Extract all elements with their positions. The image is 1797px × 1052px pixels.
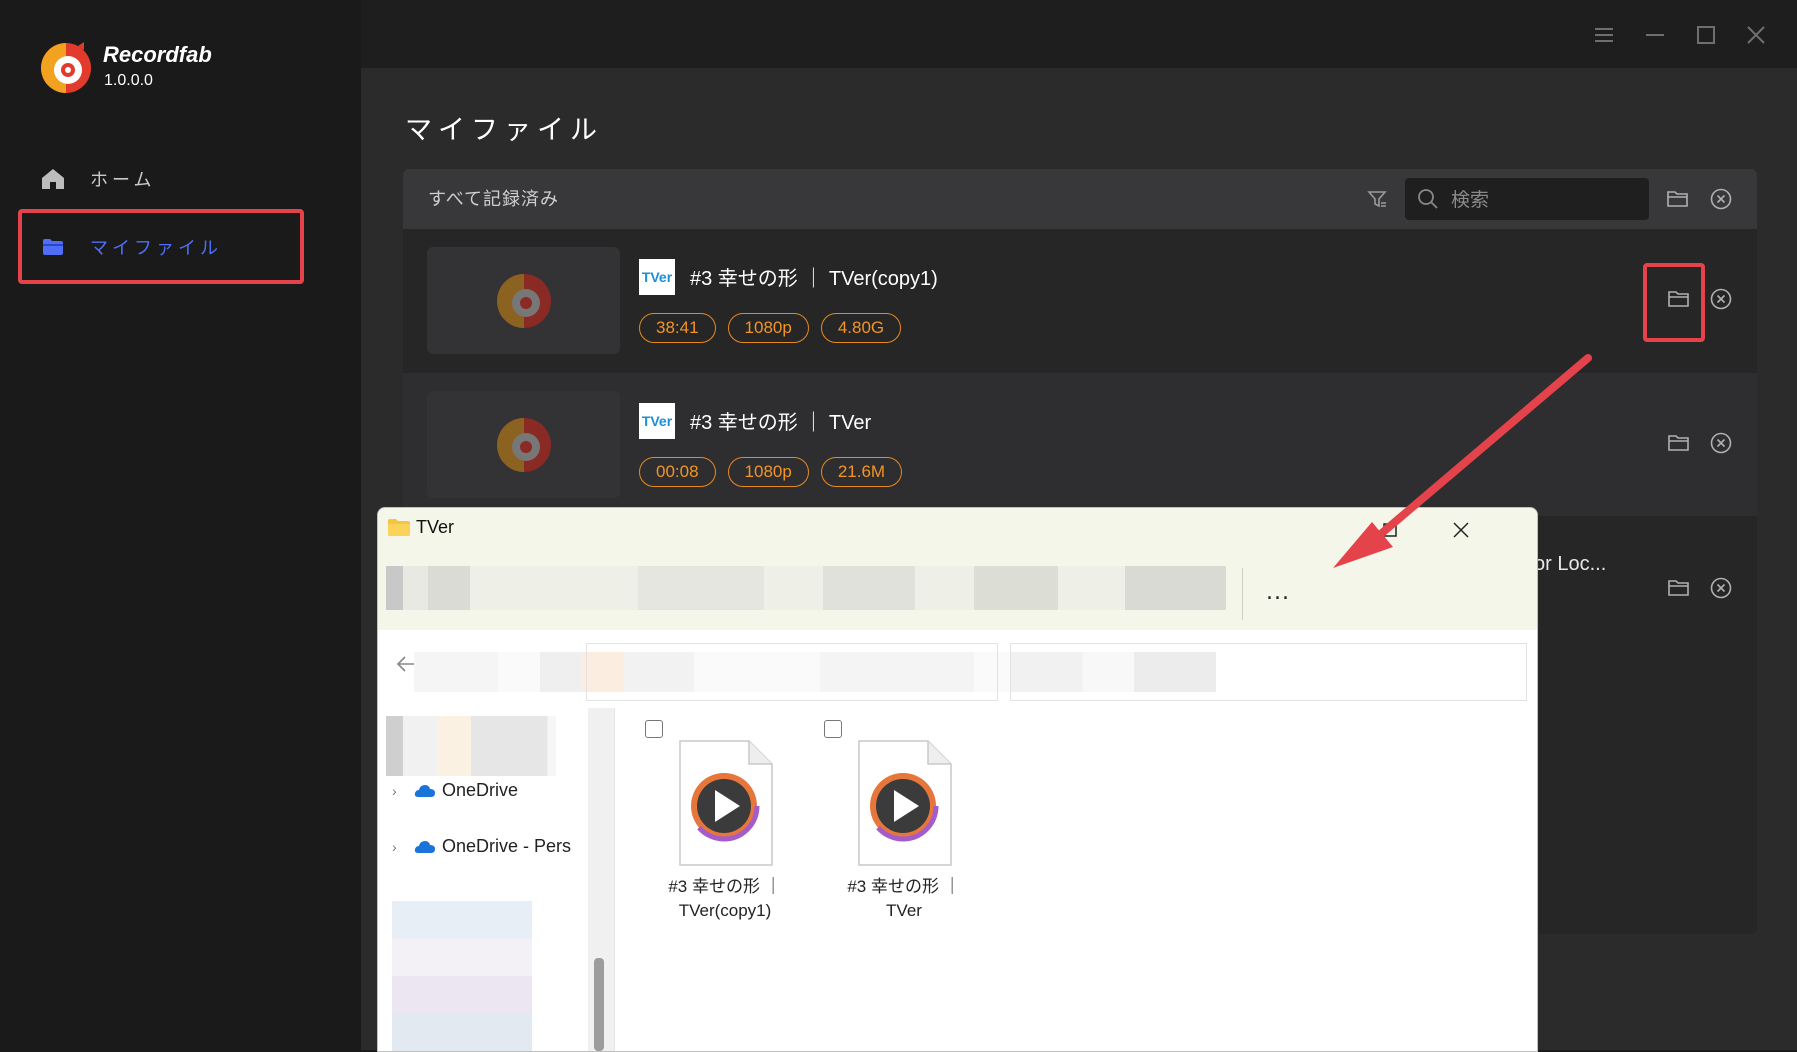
- app-name: Recordfab: [103, 42, 212, 67]
- all-recorded-label: すべて記録済み: [428, 189, 560, 210]
- address-bar[interactable]: [586, 643, 998, 701]
- onedrive-cloud-icon: [414, 840, 435, 853]
- folder-icon: [388, 519, 410, 536]
- chevron-right-icon: ›: [392, 782, 397, 799]
- page-title: マイファイル: [405, 115, 603, 146]
- duration-badge: 00:08: [639, 457, 716, 487]
- nav-item-label: OneDrive - Pers: [442, 836, 572, 856]
- duration-badge: 38:41: [639, 313, 716, 343]
- sidebar-item-home[interactable]: ホーム: [18, 146, 298, 212]
- file-name-line: #3 幸せの形 ｜: [847, 877, 961, 896]
- file-checkbox[interactable]: [645, 720, 663, 738]
- resolution-badge: 1080p: [727, 313, 809, 343]
- sidebar-item-my-files[interactable]: マイファイル: [18, 209, 304, 284]
- size-badge: 21.6M: [820, 457, 903, 487]
- delete-icon[interactable]: [1706, 428, 1736, 458]
- file-name-line: TVer: [886, 901, 922, 920]
- sidebar-item-label: マイファイル: [90, 237, 222, 259]
- resolution-badge: 1080p: [727, 457, 809, 487]
- video-file-icon: [679, 740, 773, 866]
- pane-divider: [614, 708, 615, 1051]
- file-name-line: #3 幸せの形 ｜: [668, 877, 782, 896]
- nav-blurred: [392, 901, 532, 1051]
- file-name: #3 幸せの形 ｜ TVer(copy1): [645, 875, 805, 923]
- search-field[interactable]: [1010, 643, 1527, 701]
- recording-title: #3 幸せの形 ｜ TVer(copy1): [690, 268, 938, 290]
- file-name: #3 幸せの形 ｜ TVer: [824, 875, 984, 923]
- back-arrow-icon[interactable]: [396, 654, 416, 678]
- tver-logo: TVer: [639, 403, 675, 439]
- window-title: TVer: [416, 517, 455, 537]
- menu-icon[interactable]: [1589, 20, 1619, 50]
- close-icon[interactable]: [1441, 512, 1481, 548]
- title-bar: [361, 0, 1797, 68]
- nav-item-onedrive[interactable]: › OneDrive: [392, 780, 518, 801]
- filter-icon[interactable]: [1364, 186, 1390, 212]
- highlight-box: [1643, 263, 1705, 342]
- file-name-line: TVer(copy1): [678, 901, 772, 920]
- recordfab-logo-icon: [41, 42, 91, 93]
- nav-item-label: OneDrive: [442, 780, 519, 800]
- clear-all-icon[interactable]: [1707, 185, 1735, 213]
- open-folder-icon[interactable]: [1664, 573, 1694, 603]
- sidebar-item-label: ホーム: [90, 170, 156, 191]
- list-item: TVer #3 幸せの形 ｜ TVer(copy1) 38:41 1080p 4…: [403, 229, 1757, 372]
- sidebar: Recordfab 1.0.0.0 ホーム マイファイル: [0, 0, 361, 1050]
- video-thumbnail[interactable]: [427, 391, 620, 498]
- list-item: TVer #3 幸せの形 ｜ TVer 00:08 1080p 21.6M: [403, 373, 1757, 516]
- scrollbar-thumb[interactable]: [594, 958, 604, 1051]
- maximize-icon[interactable]: [1691, 20, 1721, 50]
- open-folder-icon[interactable]: [1664, 428, 1694, 458]
- toolbar-blurred: [386, 566, 1226, 610]
- app-version: 1.0.0.0: [104, 72, 153, 89]
- chevron-right-icon: ›: [392, 838, 397, 855]
- delete-icon[interactable]: [1706, 573, 1736, 603]
- more-options-button[interactable]: ...: [1266, 580, 1290, 605]
- size-badge: 4.80G: [820, 313, 902, 343]
- search-box[interactable]: [1405, 178, 1649, 220]
- minimize-icon[interactable]: [1640, 20, 1670, 50]
- video-thumbnail[interactable]: [427, 247, 620, 354]
- open-folder-icon[interactable]: [1664, 185, 1692, 213]
- file-explorer-window: TVer ... › OneDrive › OneDrive - Pers #3…: [377, 507, 1538, 1052]
- folder-icon: [40, 234, 66, 260]
- close-icon[interactable]: [1741, 20, 1771, 50]
- recording-title: or Loc...: [1534, 553, 1607, 575]
- maximize-icon[interactable]: [1370, 512, 1410, 548]
- recording-title: #3 幸せの形 ｜ TVer: [690, 412, 872, 434]
- nav-blurred: [386, 716, 556, 776]
- tver-logo: TVer: [639, 259, 675, 295]
- search-icon: [1418, 189, 1438, 209]
- onedrive-cloud-icon: [414, 784, 435, 797]
- search-input[interactable]: [1449, 184, 1643, 216]
- nav-item-onedrive-personal[interactable]: › OneDrive - Pers: [392, 836, 571, 857]
- placeholder-logo-icon: [496, 417, 551, 472]
- delete-icon[interactable]: [1706, 284, 1736, 314]
- home-icon: [40, 166, 66, 192]
- placeholder-logo-icon: [496, 273, 551, 328]
- video-file-icon: [858, 740, 952, 866]
- toolbar-divider: [1242, 568, 1243, 620]
- navigation-pane: › OneDrive › OneDrive - Pers: [378, 708, 614, 1051]
- file-checkbox[interactable]: [824, 720, 842, 738]
